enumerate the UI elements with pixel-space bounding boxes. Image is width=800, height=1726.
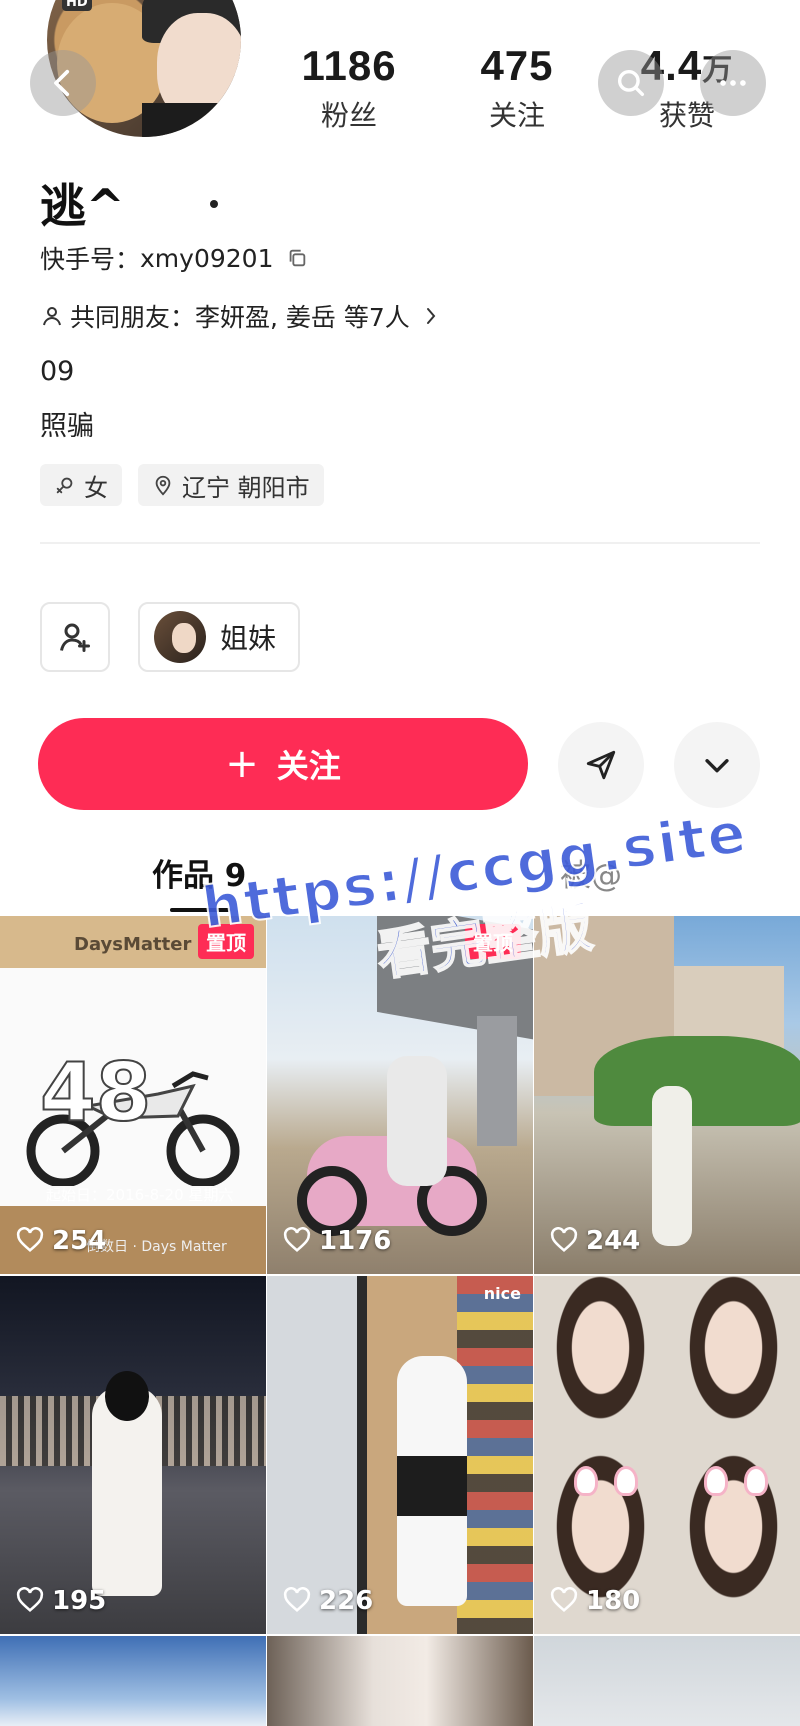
selfie-shape <box>534 1276 667 1455</box>
username: 逃^ <box>40 179 125 233</box>
send-icon <box>586 750 616 780</box>
rider-shape <box>387 1056 447 1186</box>
more-button[interactable] <box>700 50 766 116</box>
tab-mentioned[interactable]: 被@ <box>560 850 622 895</box>
female-icon <box>56 477 73 494</box>
divider <box>40 542 760 544</box>
chevron-right-icon <box>426 308 436 324</box>
bio-line-2: 照骗 <box>40 411 94 442</box>
like-count: 1176 <box>283 1226 391 1256</box>
grid-item[interactable]: 244 <box>534 916 800 1274</box>
start-date: 起始日：2016-8-20 星期六 <box>46 1186 234 1204</box>
bunny-ear-shape <box>744 1466 768 1496</box>
grid-item[interactable]: DaysMatter 置顶 48 起始日：2016-8-20 星期六 倒数日 ·… <box>0 916 266 1274</box>
pinned-badge: 置顶 <box>465 924 521 959</box>
group-avatar <box>154 611 206 663</box>
pinned-badge: 置顶 <box>198 924 254 959</box>
mutual-friends-row[interactable]: 共同朋友：李妍盈, 姜岳 等7人 <box>40 298 446 334</box>
stat-fans[interactable]: 1186 粉丝 <box>284 42 414 134</box>
grid-item[interactable]: 180 <box>534 1276 800 1634</box>
shorts-shape <box>397 1456 467 1516</box>
fans-count: 1186 <box>301 42 397 89</box>
search-icon <box>617 69 645 97</box>
person-shape <box>652 1086 692 1246</box>
bunny-ear-shape <box>574 1466 598 1496</box>
grid-item[interactable]: nice 226 <box>267 1276 533 1634</box>
ks-id-value: xmy09201 <box>140 243 274 273</box>
app-footer: 倒数日 · Days Matter <box>86 1239 227 1255</box>
like-count-value: 1176 <box>319 1226 392 1256</box>
selfie-shape <box>667 1276 800 1455</box>
like-count: 254 <box>16 1226 106 1256</box>
selfie-shape <box>667 1455 800 1634</box>
heart-icon <box>283 1587 311 1613</box>
group-chip-label: 姐妹 <box>220 622 277 655</box>
like-count: 244 <box>550 1226 640 1256</box>
group-chip[interactable]: 姐妹 <box>138 602 301 672</box>
hd-badge: HD <box>62 0 92 11</box>
search-button[interactable] <box>598 50 664 116</box>
ks-id-label: 快手号： <box>40 245 141 274</box>
sticker-wall-shape <box>457 1276 533 1634</box>
heart-icon <box>16 1227 44 1253</box>
status-dot <box>210 200 218 208</box>
location-text: 辽宁 朝阳市 <box>182 473 310 502</box>
heart-icon <box>283 1227 311 1253</box>
day-count: 48 <box>39 1045 152 1140</box>
stat-following[interactable]: 475 关注 <box>452 42 582 134</box>
ks-id-row: 快手号： xmy09201 <box>40 240 308 276</box>
back-button[interactable] <box>30 50 96 116</box>
heart-icon <box>16 1587 44 1613</box>
avatar-clothes <box>142 103 241 137</box>
tab-active-indicator <box>170 908 230 912</box>
following-label: 关注 <box>488 99 545 132</box>
heart-icon <box>550 1587 578 1613</box>
pillar-shape <box>477 1016 517 1146</box>
chevron-down-icon <box>705 759 729 773</box>
bunny-ear-shape <box>704 1466 728 1496</box>
trees-shape <box>594 1036 800 1126</box>
like-count: 195 <box>16 1586 106 1616</box>
mutual-friends-text: 共同朋友：李妍盈, 姜岳 等7人 <box>70 303 410 332</box>
gender-tag: 女 <box>40 464 122 506</box>
like-count-value: 254 <box>52 1226 107 1256</box>
grid-item[interactable]: 195 <box>0 1276 266 1634</box>
grid-item[interactable] <box>0 1636 266 1726</box>
send-message-button[interactable] <box>558 722 644 808</box>
bunny-ear-shape <box>614 1466 638 1496</box>
dropdown-button[interactable] <box>674 722 760 808</box>
location-tag: 辽宁 朝阳市 <box>138 464 324 506</box>
grid-item[interactable] <box>267 1636 533 1726</box>
location-pin-icon <box>155 475 171 496</box>
add-friend-icon <box>60 623 90 652</box>
following-count: 475 <box>480 42 554 89</box>
person-icon <box>43 307 61 326</box>
like-count-value: 180 <box>586 1586 641 1616</box>
add-friend-button[interactable] <box>40 602 110 672</box>
more-dots-icon <box>720 80 746 86</box>
bio-line-1: 09 <box>40 356 75 387</box>
fans-label: 粉丝 <box>320 99 377 132</box>
back-arrow-icon <box>54 69 70 97</box>
nice-overlay: nice <box>483 1284 521 1303</box>
hair-shape <box>105 1371 149 1421</box>
grid-item[interactable]: 置顶 1176 <box>267 916 533 1274</box>
like-count: 226 <box>283 1586 373 1616</box>
tab-works[interactable]: 作品 9 <box>152 850 246 895</box>
copy-icon[interactable] <box>286 247 308 269</box>
grid-item[interactable] <box>534 1636 800 1726</box>
like-count-value: 226 <box>319 1586 374 1616</box>
heart-icon <box>550 1227 578 1253</box>
like-count-value: 244 <box>586 1226 641 1256</box>
gender-text: 女 <box>84 473 108 502</box>
follow-label: 关注 <box>276 747 341 785</box>
like-count-value: 195 <box>52 1586 107 1616</box>
plus-icon: + <box>225 741 259 787</box>
follow-button[interactable]: + 关注 <box>38 718 528 810</box>
like-count: 180 <box>550 1586 640 1616</box>
works-grid: DaysMatter 置顶 48 起始日：2016-8-20 星期六 倒数日 ·… <box>0 916 800 1726</box>
daysmatter-brand: DaysMatter <box>74 934 192 955</box>
